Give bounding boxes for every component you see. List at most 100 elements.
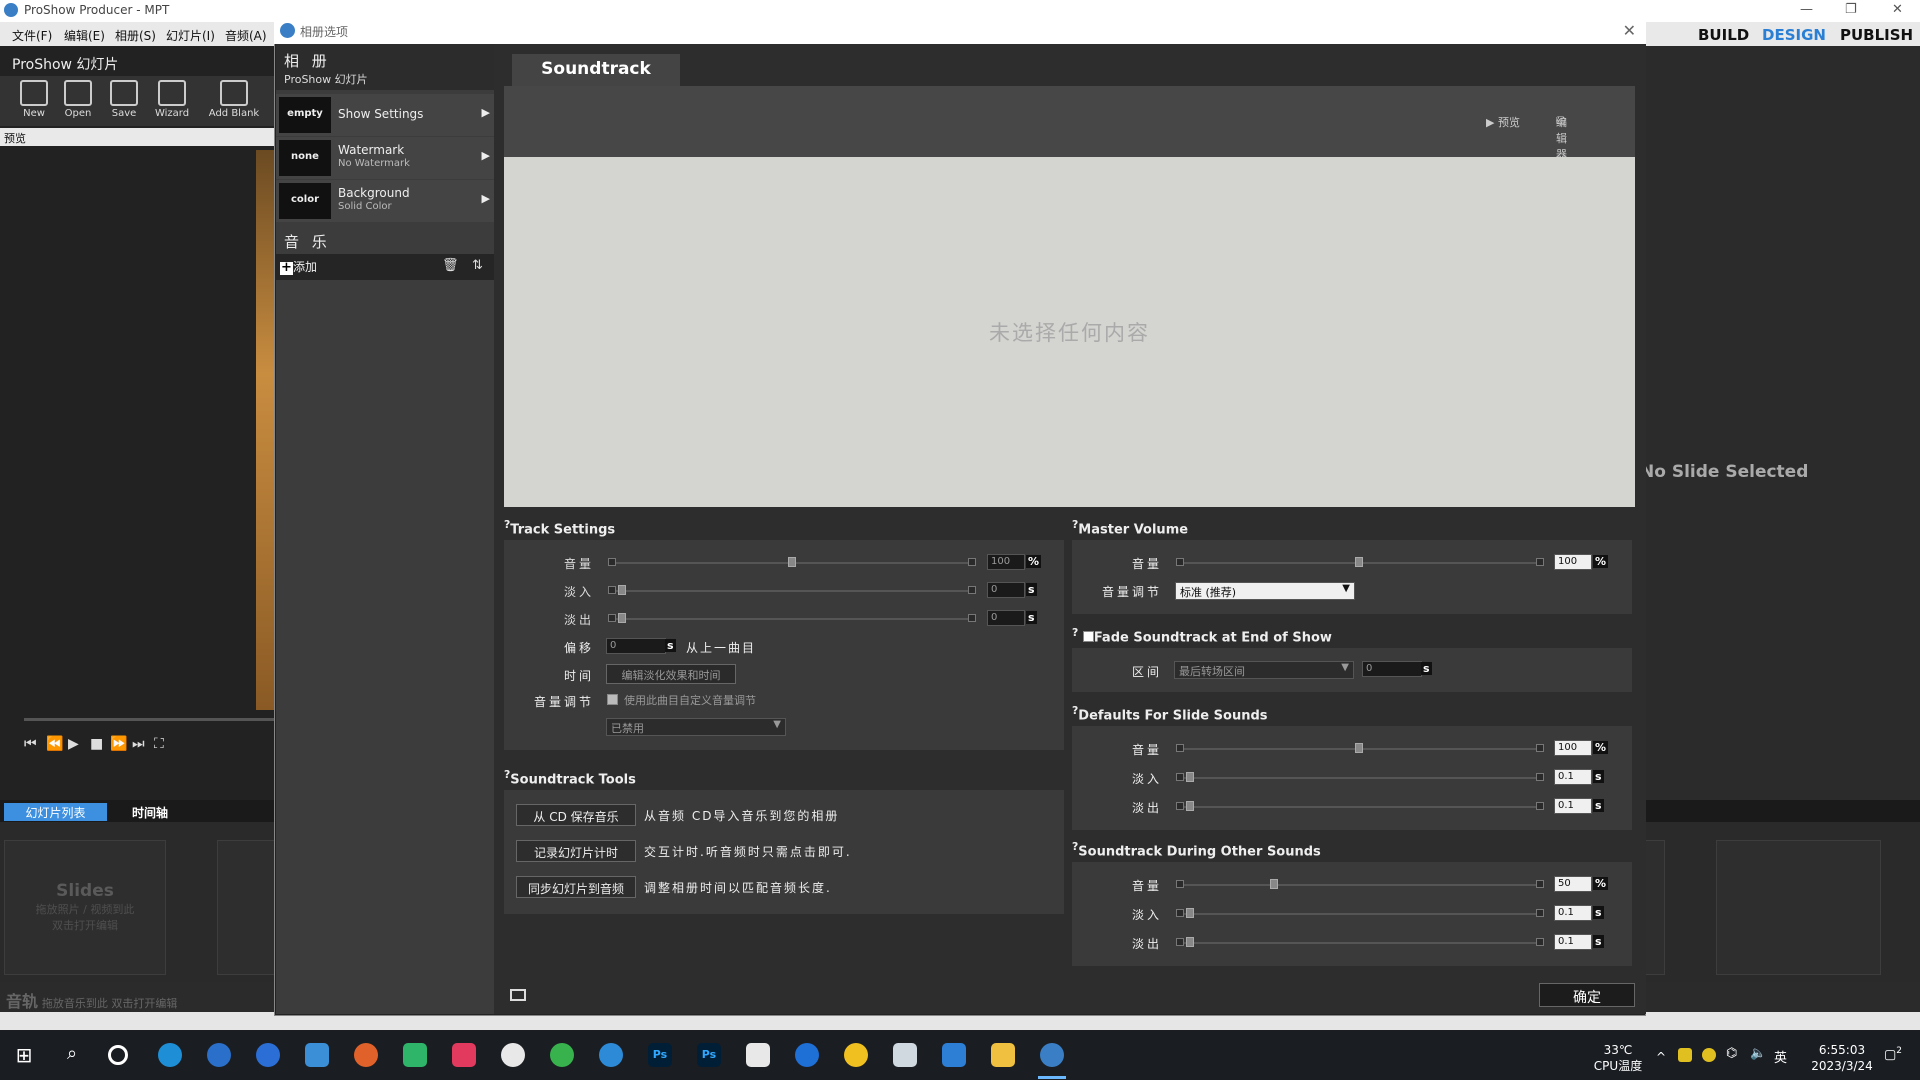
seek-bar[interactable]	[24, 718, 274, 721]
track-fadein-slider[interactable]	[616, 590, 968, 592]
sidebar-item-show-settings[interactable]: empty Show Settings ▶	[276, 94, 494, 136]
master-volume-thumb[interactable]	[1355, 557, 1363, 567]
slide-volume-input[interactable]: 100	[1554, 740, 1592, 756]
minimize-icon[interactable]: —	[1800, 2, 1813, 17]
edge-icon[interactable]	[158, 1043, 182, 1067]
custom-volume-checkbox[interactable]	[607, 694, 618, 705]
proshow-taskbar-icon[interactable]	[1040, 1043, 1064, 1067]
tray-app-icon[interactable]	[1678, 1048, 1692, 1062]
help-icon[interactable]: ?	[1072, 626, 1078, 639]
start-windows-icon[interactable]: ⊞	[12, 1043, 36, 1067]
add-blank-button[interactable]: Add Blank	[204, 80, 264, 119]
volume-icon[interactable]: 🔈	[1750, 1046, 1766, 1061]
dialog-close-icon[interactable]: ✕	[1623, 21, 1636, 40]
other-fadeout-input[interactable]: 0.1	[1554, 934, 1592, 950]
other-volume-input[interactable]: 50	[1554, 876, 1592, 892]
track-volume-thumb[interactable]	[788, 557, 796, 567]
menu-file[interactable]: 文件(F)	[12, 27, 52, 44]
skip-end-icon[interactable]: ⏭	[132, 736, 145, 752]
firefox-icon[interactable]	[354, 1043, 378, 1067]
other-volume-slider[interactable]	[1184, 884, 1536, 886]
wechat-icon[interactable]	[550, 1043, 574, 1067]
player-icon[interactable]	[403, 1043, 427, 1067]
track-fadeout-slider[interactable]	[616, 618, 968, 620]
paint-icon[interactable]	[746, 1043, 770, 1067]
preview-play-button[interactable]: ▶ 预览	[1486, 114, 1520, 130]
tab-soundtrack[interactable]: Soundtrack	[512, 54, 680, 86]
qq-icon[interactable]	[501, 1043, 525, 1067]
other-fadein-input[interactable]: 0.1	[1554, 905, 1592, 921]
sidebar-item-background[interactable]: color Background Solid Color ▶	[276, 180, 494, 222]
slide-fadein-input[interactable]: 0.1	[1554, 769, 1592, 785]
menu-show[interactable]: 相册(S)	[115, 27, 156, 44]
save-from-cd-button[interactable]: 从 CD 保存音乐	[516, 804, 636, 826]
add-music-button[interactable]: +添加	[280, 258, 317, 275]
sync-to-audio-button[interactable]: 同步幻灯片到音频	[516, 876, 636, 898]
track-fadeout-thumb[interactable]	[618, 613, 626, 623]
close-icon[interactable]: ✕	[1892, 2, 1903, 17]
fullscreen-icon[interactable]: ⛶	[154, 736, 164, 752]
skip-start-icon[interactable]: ⏮	[24, 736, 37, 752]
fade-end-checkbox[interactable]	[1082, 631, 1094, 643]
trash-icon[interactable]: 🗑	[442, 258, 459, 273]
fade-range-select[interactable]: 最后转场区间 ▼	[1174, 661, 1354, 679]
slide-volume-thumb[interactable]	[1355, 743, 1363, 753]
app-icon[interactable]	[795, 1043, 819, 1067]
other-fadein-thumb[interactable]	[1186, 908, 1194, 918]
window-mode-icon[interactable]	[510, 989, 526, 1001]
new-button[interactable]: New	[12, 80, 56, 119]
other-volume-thumb[interactable]	[1270, 879, 1278, 889]
search-icon[interactable]: ⌕	[60, 1043, 84, 1067]
tray-app2-icon[interactable]	[1702, 1048, 1716, 1062]
feishu-icon[interactable]	[942, 1043, 966, 1067]
other-fadeout-slider[interactable]	[1184, 942, 1536, 944]
photoshop-icon[interactable]: Ps	[648, 1043, 672, 1067]
ok-button[interactable]: 确定	[1539, 983, 1635, 1007]
track-adjust-select[interactable]: 已禁用 ▼	[606, 718, 786, 736]
kugou-icon[interactable]	[256, 1043, 280, 1067]
track-fadein-input[interactable]: 0	[987, 582, 1025, 598]
wizard-button[interactable]: Wizard	[150, 80, 194, 119]
browser-icon[interactable]	[599, 1043, 623, 1067]
other-fadein-slider[interactable]	[1184, 913, 1536, 915]
file-explorer-icon[interactable]	[991, 1043, 1015, 1067]
track-fadeout-input[interactable]: 0	[987, 610, 1025, 626]
photoshop-2-icon[interactable]: Ps	[697, 1043, 721, 1067]
nav-build[interactable]: BUILD	[1698, 26, 1749, 44]
stop-icon[interactable]: ■	[90, 736, 103, 752]
restore-icon[interactable]: ❐	[1845, 2, 1857, 17]
slides-placeholder[interactable]: Slides 拖放照片 / 视频到此 双击打开编辑	[4, 840, 166, 975]
open-button[interactable]: Open	[56, 80, 100, 119]
tray-chevron-up-icon[interactable]: ^	[1656, 1050, 1666, 1064]
play-icon[interactable]: ▶	[68, 736, 79, 752]
notification-icon[interactable]: ▢2	[1884, 1046, 1902, 1062]
track-offset-input[interactable]: 0	[606, 638, 666, 654]
nav-publish[interactable]: PUBLISH	[1840, 26, 1913, 44]
chrome-icon[interactable]	[844, 1043, 868, 1067]
task-view-icon[interactable]	[108, 1045, 128, 1065]
reorder-icon[interactable]: ⇅	[472, 258, 483, 273]
slide-slot[interactable]	[1716, 840, 1881, 975]
menu-slide[interactable]: 幻灯片(I)	[166, 27, 215, 44]
menu-edit[interactable]: 编辑(E)	[64, 27, 105, 44]
master-adjust-select[interactable]: 标准 (推荐) ▼	[1175, 582, 1355, 600]
master-volume-input[interactable]: 100	[1554, 554, 1592, 570]
ime-indicator[interactable]: 英	[1774, 1047, 1787, 1066]
audio-track[interactable]: 音轨 拖放音乐到此 双击打开编辑	[0, 985, 275, 1011]
edit-fades-timing-button[interactable]: 编辑淡化效果和时间	[606, 664, 736, 684]
fade-range-input[interactable]: 0	[1362, 661, 1422, 677]
slide-fadein-thumb[interactable]	[1186, 772, 1194, 782]
network-icon[interactable]: ⌬	[1726, 1046, 1737, 1061]
sidebar-item-watermark[interactable]: none Watermark No Watermark ▶	[276, 137, 494, 179]
tab-timeline[interactable]: 时间轴	[110, 803, 190, 821]
slide-fadeout-thumb[interactable]	[1186, 801, 1194, 811]
nav-design[interactable]: DESIGN	[1762, 26, 1826, 44]
waveform-stage[interactable]: 未选择任何内容	[504, 157, 1635, 507]
track-volume-input[interactable]: 100	[987, 554, 1025, 570]
slide-fadeout-slider[interactable]	[1184, 806, 1536, 808]
other-fadeout-thumb[interactable]	[1186, 937, 1194, 947]
save-button[interactable]: Save	[102, 80, 146, 119]
record-timing-button[interactable]: 记录幻灯片计时	[516, 840, 636, 862]
ie-icon[interactable]	[207, 1043, 231, 1067]
notepad-icon[interactable]	[305, 1043, 329, 1067]
